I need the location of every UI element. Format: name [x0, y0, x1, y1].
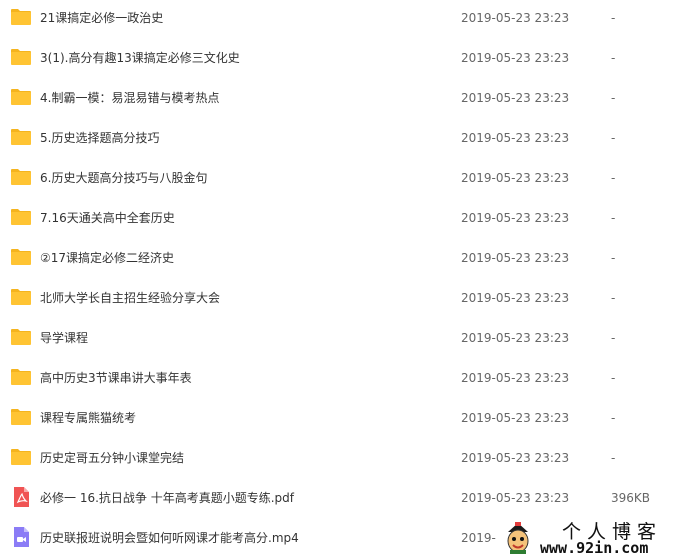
file-name[interactable]: 导学课程 [40, 318, 88, 358]
file-modified-date: 2019-05-23 23:23 [461, 451, 570, 465]
file-name[interactable]: 5.历史选择题高分技巧 [40, 118, 159, 158]
file-row[interactable]: 6.历史大题高分技巧与八股金句 2019-05-23 23:23 - [0, 158, 692, 198]
cartoon-face-logo [507, 522, 529, 554]
file-name[interactable]: 北师大学长自主招生经验分享大会 [40, 278, 220, 318]
file-size: - [611, 291, 616, 305]
file-row[interactable]: 3(1).高分有趣13课搞定必修三文化史 2019-05-23 23:23 - [0, 38, 692, 78]
file-row[interactable]: 4.制霸一模：易混易错与模考热点 2019-05-23 23:23 - [0, 78, 692, 118]
pdf-file-icon [10, 486, 32, 508]
file-name[interactable]: 4.制霸一模：易混易错与模考热点 [40, 78, 219, 118]
file-modified-date: 2019-05-23 23:23 [461, 331, 570, 345]
file-size: - [611, 171, 616, 185]
file-row[interactable]: 必修一 16.抗日战争 十年高考真题小题专练.pdf 2019-05-23 23:… [0, 478, 692, 518]
file-modified-date: 2019-05-23 23:23 [461, 411, 570, 425]
file-size: - [611, 131, 616, 145]
file-row[interactable]: 导学课程 2019-05-23 23:23 - [0, 318, 692, 358]
file-name[interactable]: 3(1).高分有趣13课搞定必修三文化史 [40, 38, 240, 78]
file-name[interactable]: 历史定哥五分钟小课堂完结 [40, 438, 184, 478]
file-name[interactable]: 历史联报班说明会暨如何听网课才能考高分.mp4 [40, 518, 299, 558]
file-size: - [611, 211, 616, 225]
file-modified-date: 2019-05-23 23:23 [461, 131, 570, 145]
file-modified-date: 2019-05-23 23:23 [461, 291, 570, 305]
watermark: 个人博客 www.92in.com [500, 515, 692, 560]
file-modified-date: 2019-05-23 23:23 [461, 251, 570, 265]
folder-icon [10, 286, 32, 308]
file-row[interactable]: 北师大学长自主招生经验分享大会 2019-05-23 23:23 - [0, 278, 692, 318]
file-size: - [611, 451, 616, 465]
watermark-url: www.92in.com [540, 539, 649, 557]
file-row[interactable]: 课程专属熊猫统考 2019-05-23 23:23 - [0, 398, 692, 438]
file-name[interactable]: 必修一 16.抗日战争 十年高考真题小题专练.pdf [40, 478, 294, 518]
file-modified-date: 2019-05-23 23:23 [461, 11, 570, 25]
file-modified-date: 2019-05-23 23:23 [461, 211, 570, 225]
file-size: - [611, 371, 616, 385]
file-size: - [611, 11, 616, 25]
file-modified-date: 2019-05-23 23:23 [461, 491, 570, 505]
file-row[interactable]: ②17课搞定必修二经济史 2019-05-23 23:23 - [0, 238, 692, 278]
file-name[interactable]: 21课搞定必修一政治史 [40, 0, 163, 38]
folder-icon [10, 86, 32, 108]
file-name[interactable]: 高中历史3节课串讲大事年表 [40, 358, 192, 398]
folder-icon [10, 406, 32, 428]
folder-icon [10, 206, 32, 228]
file-row[interactable]: 高中历史3节课串讲大事年表 2019-05-23 23:23 - [0, 358, 692, 398]
file-modified-date: 2019-05-23 23:23 [461, 371, 570, 385]
folder-icon [10, 46, 32, 68]
file-size: - [611, 411, 616, 425]
file-size: - [611, 51, 616, 65]
folder-icon [10, 326, 32, 348]
file-modified-date: 2019-05-23 23:23 [461, 51, 570, 65]
file-row[interactable]: 21课搞定必修一政治史 2019-05-23 23:23 - [0, 0, 692, 38]
file-modified-date: 2019-05-23 23:23 [461, 171, 570, 185]
file-row[interactable]: 5.历史选择题高分技巧 2019-05-23 23:23 - [0, 118, 692, 158]
file-name[interactable]: ②17课搞定必修二经济史 [40, 238, 174, 278]
file-size: - [611, 331, 616, 345]
folder-icon [10, 246, 32, 268]
file-size: - [611, 91, 616, 105]
file-modified-date: 2019-05-23 23:23 [461, 91, 570, 105]
video-file-icon [10, 526, 32, 548]
file-size: - [611, 251, 616, 265]
file-name[interactable]: 7.16天通关高中全套历史 [40, 198, 175, 238]
file-name[interactable]: 6.历史大题高分技巧与八股金句 [40, 158, 207, 198]
folder-icon [10, 446, 32, 468]
file-size: 396KB [611, 491, 651, 505]
folder-icon [10, 366, 32, 388]
file-list: 21课搞定必修一政治史 2019-05-23 23:23-3(1).高分有趣13课… [0, 0, 692, 560]
file-name[interactable]: 课程专属熊猫统考 [40, 398, 136, 438]
folder-icon [10, 6, 32, 28]
file-row[interactable]: 7.16天通关高中全套历史 2019-05-23 23:23 - [0, 198, 692, 238]
file-row[interactable]: 历史定哥五分钟小课堂完结 2019-05-23 23:23 - [0, 438, 692, 478]
folder-icon [10, 166, 32, 188]
folder-icon [10, 126, 32, 148]
file-modified-date: 2019- [461, 531, 496, 545]
